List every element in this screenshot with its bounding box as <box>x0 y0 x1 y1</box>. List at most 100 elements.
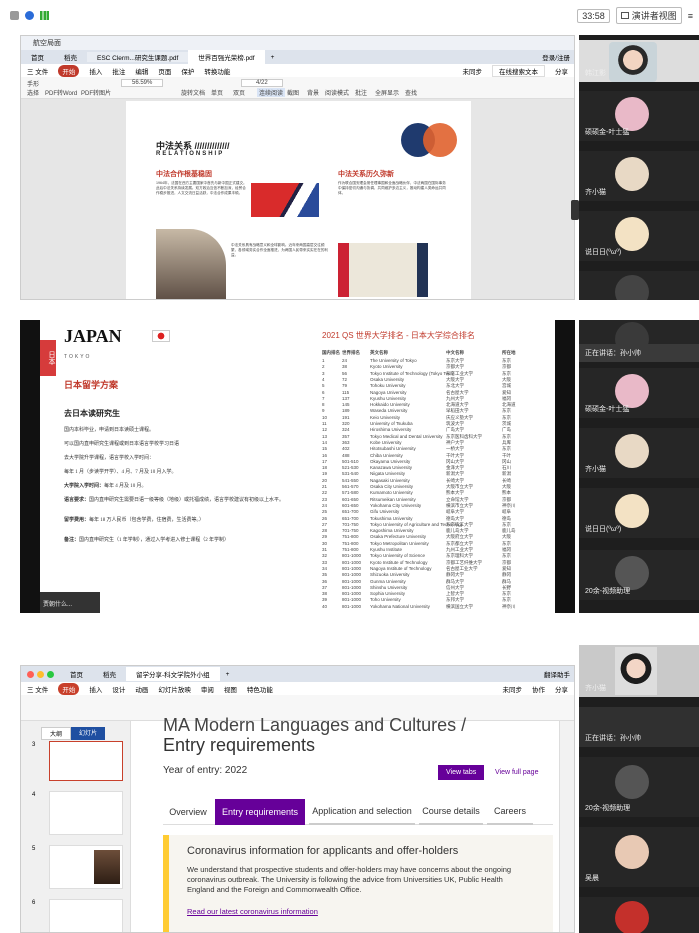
view-full-page-link[interactable]: View full page <box>495 769 538 776</box>
participant-tile[interactable]: 齐小猫 <box>579 151 699 201</box>
table-cell: 357 <box>342 433 350 439</box>
table-row: 25 651-700 Gifu University 岐阜大学 岐阜 <box>322 509 522 515</box>
tab-daoke[interactable]: 稻壳 <box>54 52 87 62</box>
table-cell: Osaka University <box>370 376 405 382</box>
menu-insert[interactable]: 插入 <box>89 684 102 694</box>
single-page[interactable]: 单页 <box>211 88 223 97</box>
table-cell: Tokyo Medical and Dental University <box>370 433 443 439</box>
reading-mode[interactable]: 阅读模式 <box>325 88 349 97</box>
background-button[interactable]: 背景 <box>307 88 319 97</box>
comment-button[interactable]: 批注 <box>355 88 367 97</box>
participant-self[interactable]: 韩江影 <box>579 40 699 82</box>
add-tab-icon[interactable]: + <box>265 54 281 61</box>
table-cell: Kanazawa University <box>370 465 413 471</box>
tab-careers[interactable]: Careers <box>487 799 533 825</box>
menu-edit[interactable]: 编辑 <box>135 66 148 76</box>
participant-tile[interactable]: 齐小猫 <box>579 428 699 478</box>
sync-status[interactable]: 未同步 <box>503 684 523 694</box>
participant-tile[interactable]: 吴晨 <box>579 827 699 887</box>
tab-ppt[interactable]: 留学分享-科文学院外小组 <box>126 667 220 681</box>
menu-review[interactable]: 审阅 <box>201 684 214 694</box>
menu-animation[interactable]: 动画 <box>135 684 148 694</box>
table-cell: 35 <box>322 572 328 578</box>
table-cell: 751-800 <box>342 540 359 546</box>
menu-design[interactable]: 设计 <box>112 684 125 694</box>
hand-tool[interactable]: 手形 <box>27 79 39 88</box>
menu-convert[interactable]: 转换功能 <box>204 66 230 76</box>
table-cell: 801-1000 <box>342 578 362 584</box>
screenshot-button[interactable]: 截图 <box>287 88 299 97</box>
tab-home[interactable]: 首页 <box>60 669 93 679</box>
menu-start[interactable]: 开始 <box>58 64 80 77</box>
menu-view[interactable]: 视图 <box>224 684 237 694</box>
collab-button[interactable]: 协作 <box>532 684 545 694</box>
tab-application[interactable]: Application and selection <box>309 799 415 825</box>
participant-self[interactable]: 齐小猫 <box>579 645 699 697</box>
tab-entry-requirements[interactable]: Entry requirements <box>215 799 305 825</box>
login-button[interactable]: 登录/注册 <box>542 52 574 62</box>
add-tab-icon[interactable]: + <box>220 671 236 678</box>
participant-tile[interactable]: 正在讲话：孙小帅 <box>579 707 699 747</box>
zoom-input[interactable]: 56.59% <box>121 79 164 87</box>
menu-page[interactable]: 页面 <box>158 66 171 76</box>
rotate-doc[interactable]: 旋转文档 <box>181 88 205 97</box>
participant-tile[interactable]: 20余-视频助理 <box>579 550 699 600</box>
participant-tile[interactable] <box>579 271 699 300</box>
select-tool[interactable]: 选择 <box>27 88 39 97</box>
menu-insert[interactable]: 插入 <box>89 66 102 76</box>
thumb-slide[interactable]: 5 <box>32 845 123 889</box>
participant-tile[interactable]: 正在讲话：孙小帅 <box>579 344 699 362</box>
pdf-to-image-button[interactable]: PDF转图片 <box>81 88 111 97</box>
table-cell: 东京 <box>502 446 511 452</box>
table-cell: Hitotsubashi University <box>370 446 416 452</box>
presenter-view-button[interactable]: 演讲者视图 <box>615 7 682 24</box>
participant-tile[interactable]: 说日日(ºωº) <box>579 488 699 538</box>
menu-file[interactable]: 三 文件 <box>27 684 48 694</box>
thumb-slide[interactable]: 6 <box>32 899 123 932</box>
participant-tile[interactable]: 硕硕金-叶士猛 <box>579 368 699 418</box>
menu-comment[interactable]: 批注 <box>112 66 125 76</box>
menu-protect[interactable]: 保护 <box>181 66 194 76</box>
more-icon[interactable]: ≡ <box>688 11 693 21</box>
participant-tile[interactable]: 20余-视频助理 <box>579 757 699 817</box>
tab-slides[interactable]: 幻灯片 <box>71 727 106 740</box>
menu-file[interactable]: 三 文件 <box>27 66 48 76</box>
tab-overview[interactable]: Overview <box>163 799 213 825</box>
mac-traffic-lights <box>21 670 60 678</box>
translate-helper[interactable]: 翻译助手 <box>544 669 574 679</box>
tab-outline[interactable]: 大纲 <box>41 727 72 740</box>
sync-status[interactable]: 未同步 <box>463 66 483 76</box>
page-indicator[interactable]: 4/22 <box>241 79 283 87</box>
table-cell: 17 <box>322 458 328 464</box>
find-button[interactable]: 查找 <box>405 88 417 97</box>
menu-start[interactable]: 开始 <box>58 682 80 695</box>
continuous-read[interactable]: 连续阅读 <box>257 88 286 97</box>
menu-special[interactable]: 特色功能 <box>247 684 273 694</box>
menu-slideshow[interactable]: 幻灯片放映 <box>158 684 191 694</box>
tab-pdf-1[interactable]: ESC Clerm...研究生课题.pdf <box>87 52 189 62</box>
tab-home[interactable]: 首页 <box>21 52 54 62</box>
participant-tile[interactable] <box>579 897 699 933</box>
share-button[interactable]: 分享 <box>555 684 574 694</box>
participant-tile[interactable]: 硕硕金-叶士猛 <box>579 91 699 141</box>
thumb-slide[interactable]: 4 <box>32 791 123 835</box>
tab-pdf-2[interactable]: 世界百强光荣榜.pdf <box>188 50 265 64</box>
p6: 国内直申研究生需要日语一级等级（地级）或托福成绩，语言学校建议有初级以上水平。 <box>89 498 285 503</box>
share-button[interactable]: 分享 <box>555 66 574 76</box>
search-text-input[interactable]: 在线搜索文本 <box>492 64 545 77</box>
fullscreen-button[interactable]: 全屏显示 <box>375 88 399 97</box>
thumb-slide[interactable]: 3 <box>32 741 123 781</box>
pdf-to-word-button[interactable]: PDF转Word <box>45 88 77 97</box>
tab-daoke[interactable]: 稻壳 <box>93 669 126 679</box>
table-cell: 早稻田大学 <box>446 408 469 414</box>
table-cell: 19 <box>322 471 328 477</box>
participant-tile[interactable]: 说日日(ºωº) <box>579 211 699 261</box>
coronavirus-link[interactable]: Read our latest coronavirus information <box>187 907 318 916</box>
double-page[interactable]: 双页 <box>233 88 245 97</box>
view-tabs-button[interactable]: View tabs <box>438 765 485 780</box>
notice-title: Coronavirus information for applicants a… <box>187 845 459 857</box>
tab-course-details[interactable]: Course details <box>419 799 483 825</box>
pdf-ribbon: 手形 选择 PDF转Word PDF转图片 56.59% 4/22 旋转文档 单… <box>21 77 574 99</box>
table-cell: 801-1000 <box>342 591 362 597</box>
collapse-handle[interactable] <box>571 200 579 220</box>
